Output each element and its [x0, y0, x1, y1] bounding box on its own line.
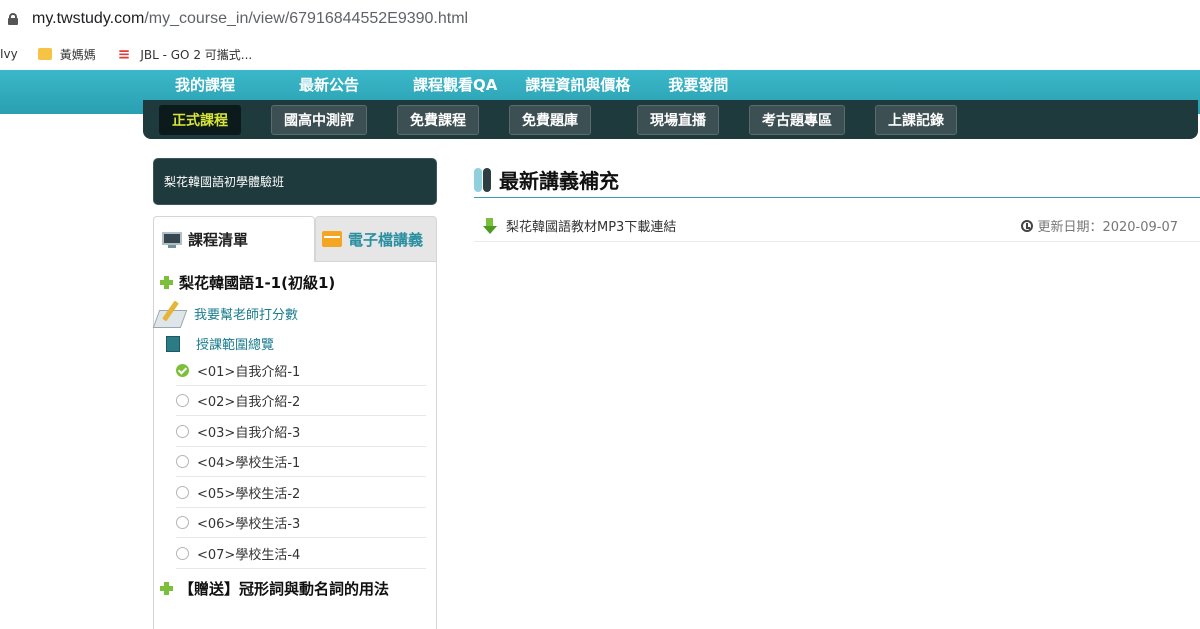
url-host: my.twstudy.com: [32, 10, 145, 27]
bookmarks-bar: Ivy 黃媽媽 ≡ JBL - GO 2 可攜式...: [0, 38, 1200, 70]
rate-teacher-link[interactable]: 我要幫老師打分數: [154, 298, 298, 328]
chapter-1[interactable]: 梨花韓國語1-1(初級1): [160, 272, 335, 293]
download-row: 梨花韓國語教材MP3下載連結 更新日期：2020-09-07: [474, 210, 1200, 242]
lesson-label: <05>學校生活-2: [197, 487, 301, 502]
address-bar[interactable]: my.twstudy.com/my_course_in/view/6791684…: [0, 0, 1200, 38]
nav-course-info[interactable]: 課程資訊與價格: [525, 74, 630, 95]
radio-icon: [176, 516, 189, 529]
lesson-item[interactable]: <06>學校生活-3: [176, 508, 426, 538]
lesson-label: <06>學校生活-3: [197, 517, 301, 532]
download-icon: [482, 217, 498, 234]
subnav-formal-courses[interactable]: 正式課程: [159, 104, 241, 135]
lesson-label: <02>自我介紹-2: [197, 395, 301, 410]
bookmark-ivy[interactable]: Ivy: [0, 47, 18, 61]
lesson-label: <03>自我介紹-3: [197, 426, 301, 441]
subnav-free-questions[interactable]: 免費題庫: [509, 104, 591, 135]
nav-announcements[interactable]: 最新公告: [299, 74, 359, 95]
subnav-live[interactable]: 現場直播: [637, 104, 719, 135]
clock-icon: [1021, 219, 1034, 232]
folder-icon: [322, 231, 342, 247]
bookmark-label: 黃媽媽: [59, 47, 96, 62]
download-link[interactable]: 梨花韓國語教材MP3下載連結: [506, 216, 676, 235]
tab-course-list[interactable]: 課程清單: [153, 216, 315, 262]
overview-link[interactable]: 授課範圍總覽: [154, 334, 274, 353]
section-title: 最新講義補充: [499, 169, 619, 193]
tab-handouts[interactable]: 電子檔講義: [315, 216, 437, 262]
bookmark-jbl[interactable]: ≡ JBL - GO 2 可攜式...: [118, 45, 252, 63]
main-nav: 我的課程 最新公告 課程觀看QA 課程資訊與價格 我要發問: [143, 70, 756, 98]
bookmark-label: Ivy: [0, 47, 18, 61]
subnav-assessment[interactable]: 國高中測評: [271, 104, 367, 135]
subnav-past-exams[interactable]: 考古題專區: [749, 104, 845, 135]
monitor-icon: [162, 231, 182, 248]
lesson-label: <04>學校生活-1: [197, 456, 301, 471]
bookmark-label: JBL - GO 2 可攜式...: [140, 47, 253, 62]
book-icon: [166, 335, 180, 352]
subnav-class-records[interactable]: 上課記錄: [875, 104, 957, 135]
lesson-item[interactable]: <07>學校生活-4: [176, 539, 426, 569]
sidebar-tabs: 課程清單 電子檔講義: [153, 216, 437, 262]
subnav-free-courses[interactable]: 免費課程: [397, 104, 479, 135]
plus-icon: [160, 582, 173, 595]
radio-icon: [176, 394, 189, 407]
tab-label: 課程清單: [188, 231, 249, 249]
nav-qa[interactable]: 課程觀看QA: [413, 74, 497, 95]
link-label: 我要幫老師打分數: [194, 307, 299, 323]
lesson-label: <07>學校生活-4: [197, 548, 301, 563]
url-path: /my_course_in/view/67916844552E9390.html: [144, 10, 469, 27]
link-label: 授課範圍總覽: [196, 338, 275, 353]
lesson-label: <01>自我介紹-1: [197, 365, 301, 380]
lesson-item[interactable]: <03>自我介紹-3: [176, 417, 426, 447]
lesson-item[interactable]: <02>自我介紹-2: [176, 386, 426, 416]
lock-icon: [8, 13, 18, 25]
plus-icon: [160, 276, 173, 289]
radio-icon: [176, 547, 189, 560]
chapter-label: 梨花韓國語1-1(初級1): [179, 274, 336, 292]
pen-icon: [154, 298, 190, 328]
lesson-item[interactable]: <04>學校生活-1: [176, 447, 426, 477]
update-label: 更新日期：2020-09-07: [1037, 220, 1178, 235]
check-icon: [176, 364, 189, 377]
radio-icon: [176, 425, 189, 438]
sub-nav: 正式課程 國高中測評 免費課程 免費題庫 現場直播 考古題專區 上課記錄: [143, 100, 1198, 139]
course-list-panel: 梨花韓國語1-1(初級1) 我要幫老師打分數 授課範圍總覽 <01>自我介紹-1…: [153, 262, 437, 629]
course-title: 梨花韓國語初學體驗班: [153, 158, 437, 205]
radio-icon: [176, 486, 189, 499]
radio-icon: [176, 455, 189, 468]
chapter-label: 【贈送】冠形詞與動名詞的用法: [179, 580, 390, 598]
chapter-2[interactable]: 【贈送】冠形詞與動名詞的用法: [160, 578, 389, 599]
nav-ask[interactable]: 我要發問: [668, 74, 728, 95]
lesson-item[interactable]: <05>學校生活-2: [176, 478, 426, 508]
tab-label: 電子檔講義: [348, 230, 424, 249]
lesson-item[interactable]: <01>自我介紹-1: [176, 356, 426, 386]
pill-icon: [474, 167, 491, 192]
update-date: 更新日期：2020-09-07: [1021, 216, 1178, 235]
folder-icon: [37, 48, 52, 60]
jbl-icon: ≡: [117, 45, 131, 63]
bookmark-folder[interactable]: 黃媽媽: [37, 46, 96, 63]
nav-my-courses[interactable]: 我的課程: [175, 74, 235, 95]
section-header: 最新講義補充: [474, 162, 1200, 198]
